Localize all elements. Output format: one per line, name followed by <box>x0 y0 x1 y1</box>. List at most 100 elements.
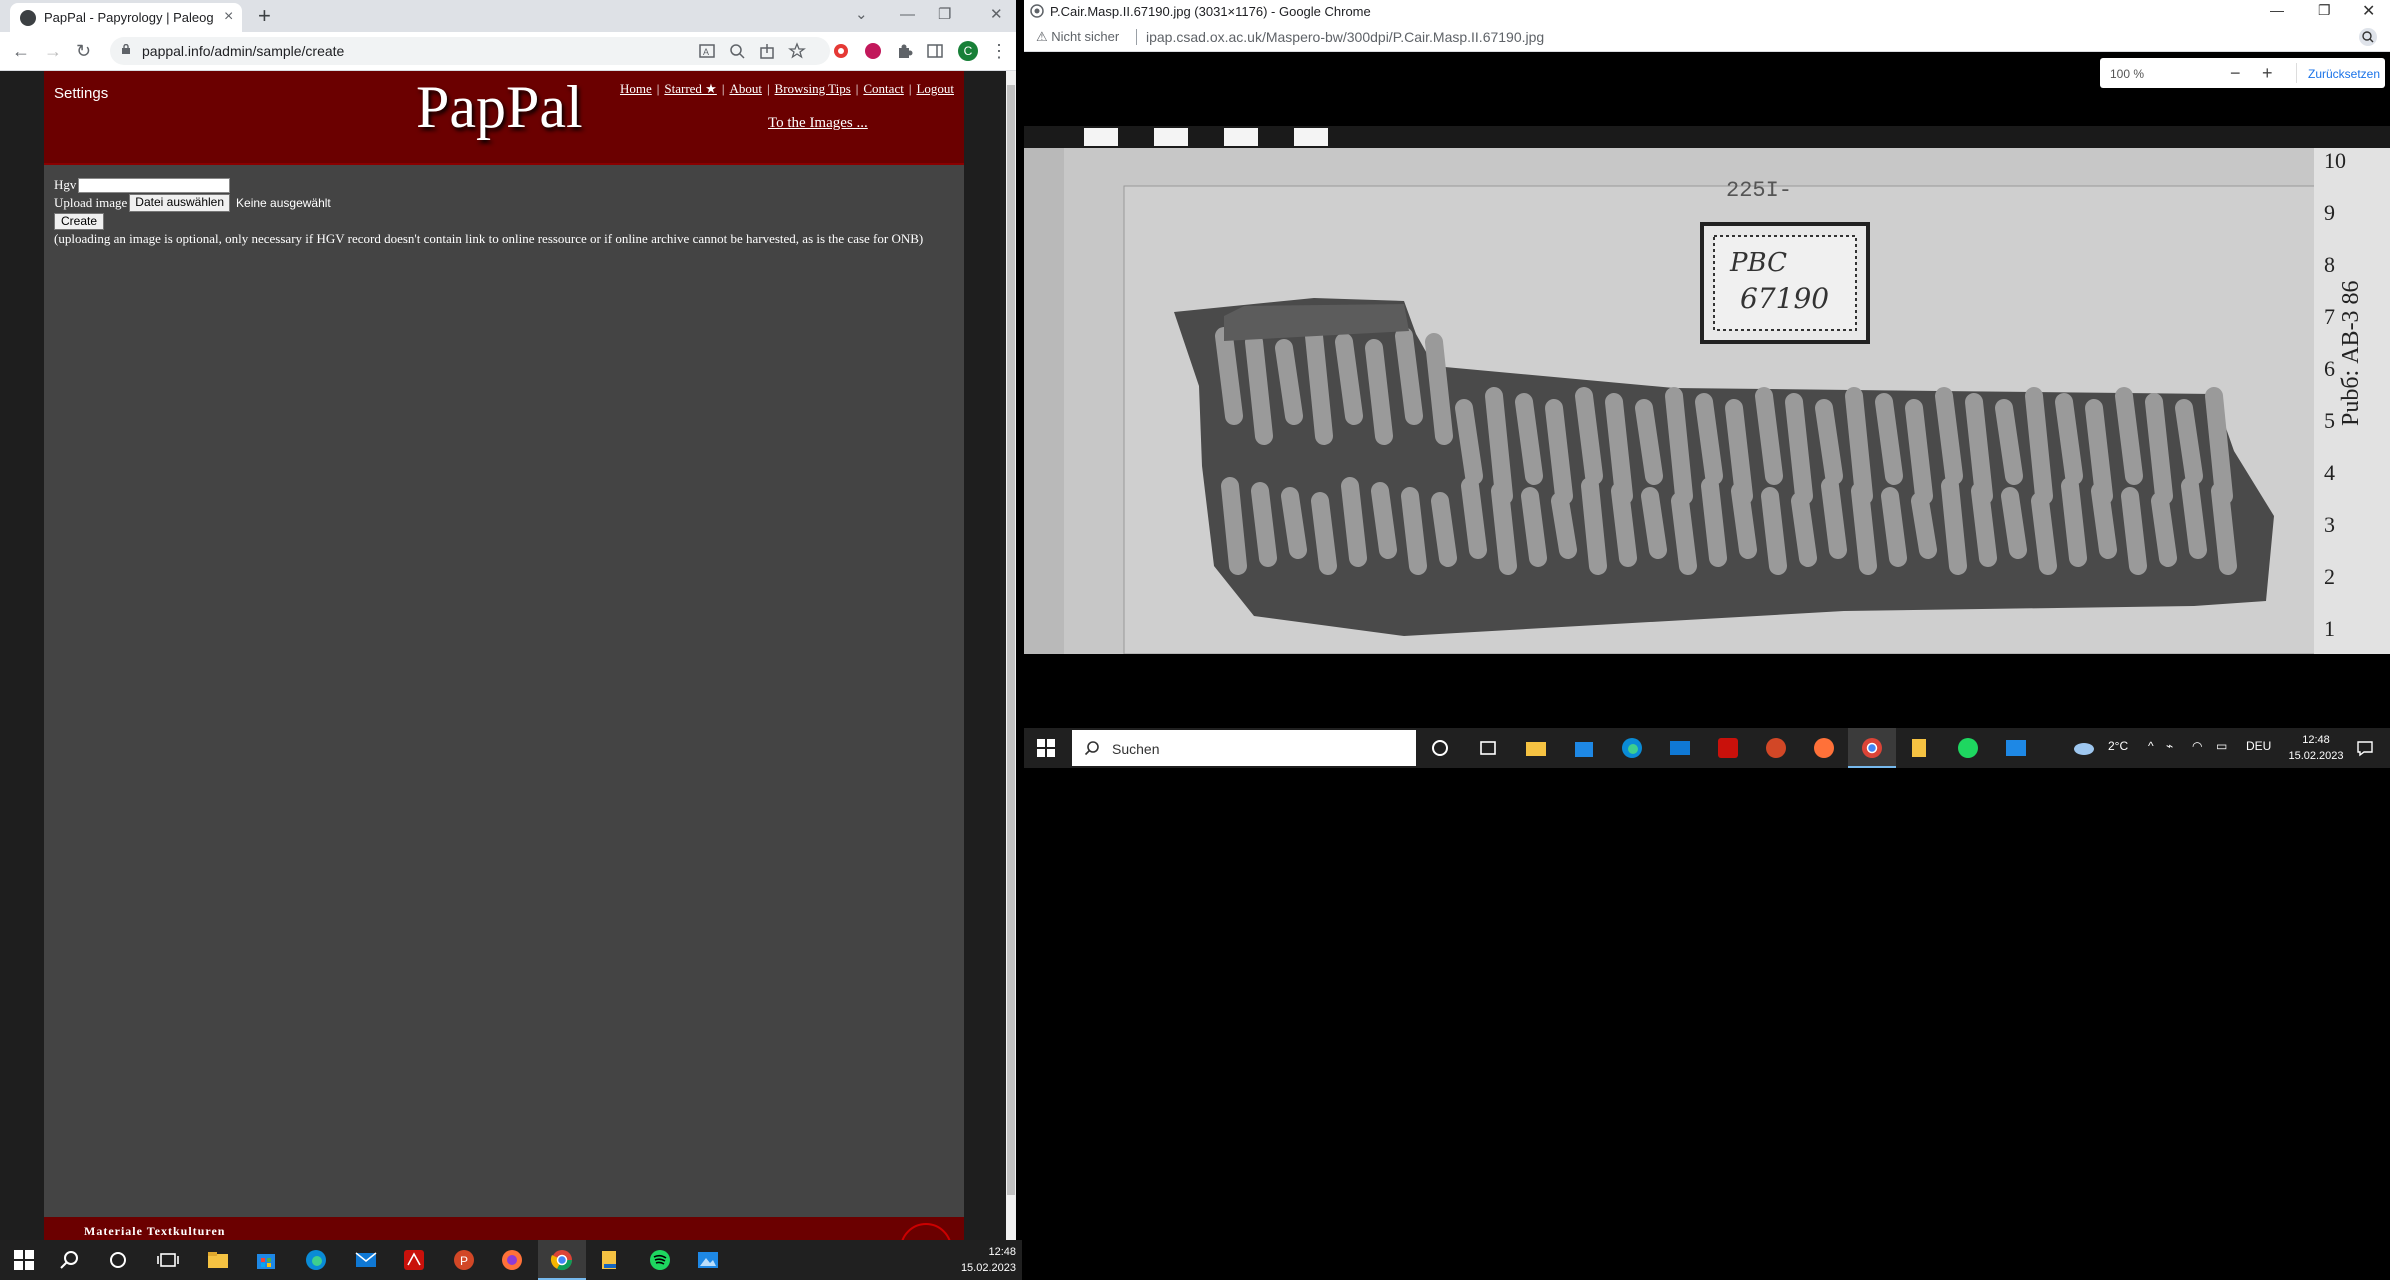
spotify-icon[interactable] <box>648 1248 672 1272</box>
share-icon[interactable] <box>758 42 776 60</box>
writing-stroke <box>1341 477 1367 567</box>
restore-icon[interactable]: ❐ <box>938 4 951 26</box>
taskbar-search-box[interactable]: Suchen <box>1072 730 1416 766</box>
powerpoint-icon[interactable]: P <box>452 1248 476 1272</box>
right-minimize-icon[interactable]: — <box>2270 2 2284 18</box>
minimize-icon[interactable]: — <box>900 4 915 26</box>
zoom-in-button[interactable]: + <box>2262 63 2273 84</box>
tab-search-icon[interactable]: ⌄ <box>855 4 868 26</box>
new-tab-icon[interactable]: + <box>258 4 271 28</box>
address-bar[interactable]: pappal.info/admin/sample/create A <box>110 37 830 65</box>
right-store-icon[interactable] <box>1572 736 1596 760</box>
search-icon[interactable] <box>58 1248 82 1272</box>
choose-file-button[interactable]: Datei auswählen <box>129 194 231 212</box>
wifi-icon[interactable]: ◠ <box>2192 739 2202 753</box>
zoom-out-button[interactable]: − <box>2230 63 2241 84</box>
chrome-icon[interactable] <box>550 1248 574 1272</box>
right-edge-icon[interactable] <box>1620 736 1644 760</box>
cortana-icon[interactable] <box>106 1248 130 1272</box>
not-secure-indicator[interactable]: ⚠ Nicht sicher <box>1036 29 1119 45</box>
right-url-text: ipap.csad.ox.ac.uk/Maspero-bw/300dpi/P.C… <box>1146 29 1545 45</box>
scrollbar-thumb[interactable] <box>1007 85 1015 1195</box>
writing-stroke <box>1941 477 1967 575</box>
show-hidden-icons-icon[interactable]: ^ <box>2148 739 2154 753</box>
right-taskbar: Suchen 2°C ^ ⌁ ◠ ▭ DEU 12:48 15.02.2023 <box>1024 728 2390 768</box>
writing-stroke <box>2211 482 2237 575</box>
tab-pappal[interactable]: PapPal - Papyrology | Paleograph × <box>10 3 242 32</box>
network-icon[interactable]: ⌁ <box>2166 739 2173 753</box>
edge-icon[interactable] <box>304 1248 328 1272</box>
right-address-bar[interactable]: ⚠ Nicht sicher ipap.csad.ox.ac.uk/Masper… <box>1024 23 2390 52</box>
tab-close-icon[interactable]: × <box>224 8 233 26</box>
extensions-puzzle-icon[interactable] <box>896 42 914 60</box>
chrome-menu-icon[interactable]: ⋮ <box>990 41 1008 61</box>
language-indicator[interactable]: DEU <box>2246 739 2271 753</box>
menu-starred[interactable]: Starred ★ <box>664 81 716 96</box>
extension-red-icon[interactable] <box>832 42 850 60</box>
forward-icon[interactable]: → <box>44 41 62 61</box>
menu-contact[interactable]: Contact <box>863 81 903 96</box>
windows-start-icon[interactable] <box>12 1248 36 1272</box>
writing-stroke <box>1761 487 1787 575</box>
right-notes-app-icon[interactable] <box>1908 736 1932 760</box>
left-taskbar-clock[interactable]: 12:48 15.02.2023 <box>960 1244 1016 1276</box>
right-powerpoint-icon[interactable] <box>1764 736 1788 760</box>
right-restore-icon[interactable]: ❐ <box>2318 2 2331 19</box>
right-close-icon[interactable]: ✕ <box>2362 1 2375 21</box>
tab-strip: PapPal - Papyrology | Paleograph × + ⌄ —… <box>0 0 1016 32</box>
pappal-logo[interactable]: PapPal <box>416 73 583 142</box>
close-window-icon[interactable]: ✕ <box>990 4 1003 26</box>
writing-stroke <box>1545 399 1573 505</box>
reload-icon[interactable]: ↻ <box>76 41 91 61</box>
photos-icon[interactable] <box>696 1248 720 1272</box>
right-acrobat-icon[interactable] <box>1716 736 1740 760</box>
hgv-input[interactable] <box>78 177 231 193</box>
vertical-scrollbar[interactable] <box>1006 71 1016 1240</box>
settings-link[interactable]: Settings <box>54 85 108 102</box>
task-view-icon[interactable] <box>156 1248 180 1272</box>
writing-stroke <box>1431 492 1457 567</box>
right-cortana-icon[interactable] <box>1428 736 1452 760</box>
writing-stroke <box>1875 393 1903 485</box>
bookmark-star-icon[interactable] <box>788 42 806 60</box>
site-footer: Materiale Textkulturen <box>44 1217 964 1240</box>
back-icon[interactable]: ← <box>12 41 30 61</box>
translate-icon[interactable]: A <box>698 42 716 60</box>
weather-cloud-icon[interactable] <box>2072 738 2096 756</box>
file-explorer-icon[interactable] <box>206 1248 230 1272</box>
menu-browsing-tips[interactable]: Browsing Tips <box>775 81 851 96</box>
right-mail-icon[interactable] <box>1668 736 1692 760</box>
right-taskbar-clock[interactable]: 12:48 15.02.2023 <box>2286 732 2346 764</box>
zoom-icon[interactable] <box>728 42 746 60</box>
menu-about[interactable]: About <box>729 81 762 96</box>
notes-app-icon[interactable] <box>598 1248 622 1272</box>
menu-home[interactable]: Home <box>620 81 652 96</box>
firefox-icon[interactable] <box>500 1248 524 1272</box>
battery-icon[interactable]: ▭ <box>2216 739 2227 753</box>
create-button[interactable]: Create <box>54 212 105 230</box>
mail-icon[interactable] <box>354 1248 378 1272</box>
zoom-popup: 100 % − + Zurücksetzen <box>2100 58 2385 88</box>
acrobat-icon[interactable] <box>402 1248 426 1272</box>
right-zoom-icon[interactable] <box>2358 27 2378 47</box>
right-windows-start-icon[interactable] <box>1034 736 1058 760</box>
notification-center-icon[interactable] <box>2356 739 2374 757</box>
right-file-explorer-icon[interactable] <box>1524 736 1548 760</box>
menu-logout[interactable]: Logout <box>916 81 954 96</box>
zoom-reset-button[interactable]: Zurücksetzen <box>2308 67 2380 81</box>
left-taskbar: P 12:48 15.02.2023 <box>0 1240 1022 1280</box>
microsoft-store-icon[interactable] <box>254 1248 278 1272</box>
address-separator <box>1136 29 1137 45</box>
right-chrome-icon[interactable] <box>1860 736 1884 760</box>
profile-avatar[interactable]: C <box>958 41 978 61</box>
right-photos-icon[interactable] <box>2004 736 2028 760</box>
side-panel-icon[interactable] <box>926 42 944 60</box>
upload-image-label: Upload image <box>54 195 128 210</box>
to-images-link[interactable]: To the Images ... <box>768 115 868 132</box>
right-firefox-icon[interactable] <box>1812 736 1836 760</box>
extension-purple-icon[interactable] <box>864 42 882 60</box>
right-spotify-icon[interactable] <box>1956 736 1980 760</box>
weather-temp[interactable]: 2°C <box>2108 739 2128 753</box>
tab-title: PapPal - Papyrology | Paleograph <box>44 10 214 25</box>
right-task-view-icon[interactable] <box>1476 736 1500 760</box>
